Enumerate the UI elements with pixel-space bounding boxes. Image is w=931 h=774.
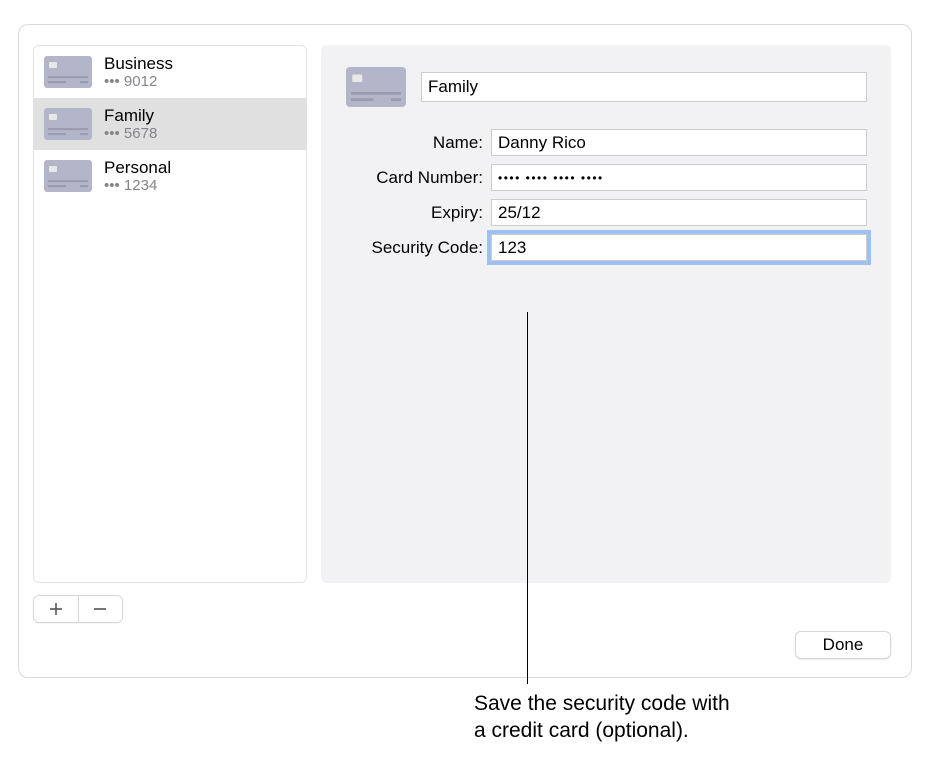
content-area: Business ••• 9012 Family ••• 5678 xyxy=(19,25,911,677)
expiry-input[interactable] xyxy=(491,199,867,226)
card-title-input[interactable] xyxy=(421,72,867,102)
credit-card-icon xyxy=(44,108,92,140)
done-button[interactable]: Done xyxy=(795,631,891,659)
sidebar-item-sub: ••• 9012 xyxy=(104,73,173,90)
card-title-row xyxy=(345,67,867,107)
sidebar-item-text: Business ••• 9012 xyxy=(104,54,173,91)
row-name: Name: xyxy=(345,129,867,156)
security-code-label: Security Code: xyxy=(345,238,483,258)
sidebar-item-title: Family xyxy=(104,106,157,126)
minus-icon xyxy=(93,602,107,616)
sidebar-column: Business ••• 9012 Family ••• 5678 xyxy=(33,45,307,677)
caption-line2: a credit card (optional). xyxy=(474,719,689,742)
name-label: Name: xyxy=(345,133,483,153)
credit-card-icon xyxy=(345,67,407,107)
sidebar-add-remove xyxy=(33,595,123,623)
credit-card-icon xyxy=(44,160,92,192)
caption-line1: Save the security code with xyxy=(474,692,730,715)
sidebar-item-sub: ••• 1234 xyxy=(104,177,171,194)
preferences-window: Business ••• 9012 Family ••• 5678 xyxy=(18,24,912,678)
remove-card-button[interactable] xyxy=(79,596,123,622)
row-card-number: Card Number: xyxy=(345,164,867,191)
form-rows: Name: Card Number: Expiry: Security Code… xyxy=(345,129,867,261)
sidebar-item-family[interactable]: Family ••• 5678 xyxy=(34,98,306,150)
security-code-wrap xyxy=(491,234,867,261)
plus-icon xyxy=(49,602,63,616)
card-detail-panel: Name: Card Number: Expiry: Security Code… xyxy=(321,45,891,583)
callout-line xyxy=(527,312,528,684)
caption: Save the security code with a credit car… xyxy=(474,690,854,745)
name-input[interactable] xyxy=(491,129,867,156)
sidebar-item-title: Business xyxy=(104,54,173,74)
cards-sidebar: Business ••• 9012 Family ••• 5678 xyxy=(33,45,307,583)
expiry-label: Expiry: xyxy=(345,203,483,223)
sidebar-item-business[interactable]: Business ••• 9012 xyxy=(34,46,306,98)
credit-card-icon xyxy=(44,56,92,88)
security-code-input[interactable] xyxy=(491,234,867,261)
sidebar-item-title: Personal xyxy=(104,158,171,178)
sidebar-item-text: Personal ••• 1234 xyxy=(104,158,171,195)
card-number-label: Card Number: xyxy=(345,168,483,188)
sidebar-item-personal[interactable]: Personal ••• 1234 xyxy=(34,150,306,202)
row-security-code: Security Code: xyxy=(345,234,867,261)
sidebar-item-text: Family ••• 5678 xyxy=(104,106,157,143)
add-card-button[interactable] xyxy=(34,596,78,622)
row-expiry: Expiry: xyxy=(345,199,867,226)
card-number-input[interactable] xyxy=(491,164,867,191)
footer: Done xyxy=(795,631,891,659)
sidebar-item-sub: ••• 5678 xyxy=(104,125,157,142)
